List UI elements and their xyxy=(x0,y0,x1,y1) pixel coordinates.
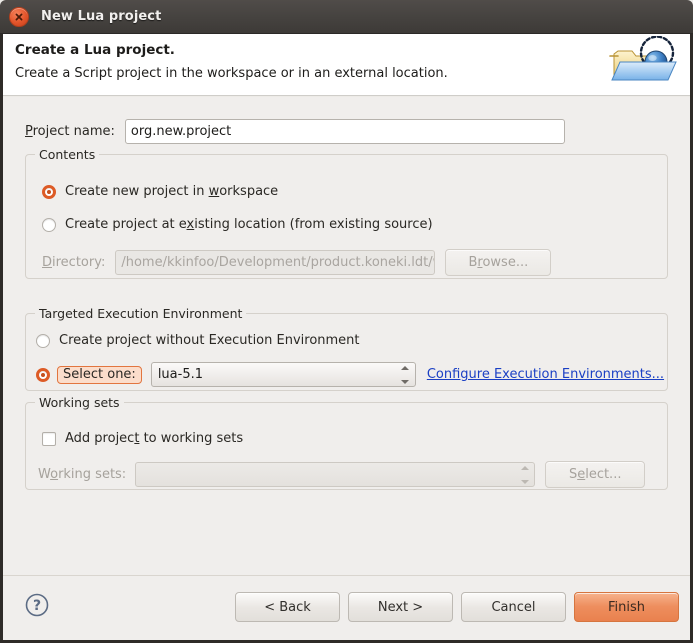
execution-environment-combo-value: lua-5.1 xyxy=(157,367,203,382)
new-lua-project-dialog: New Lua project Create a Lua project. Cr… xyxy=(0,0,693,643)
directory-label-text: irectory: xyxy=(52,255,106,270)
project-name-label-text: roject name: xyxy=(32,124,115,139)
directory-input[interactable]: /home/kkinfoo/Development/product.koneki… xyxy=(115,250,436,275)
radio-existing-location-indicator[interactable] xyxy=(42,217,56,232)
help-question-icon[interactable]: ? xyxy=(24,592,50,618)
footer-button-group: < Back Next > Cancel Finish xyxy=(235,592,679,622)
add-to-working-sets-checkbox[interactable] xyxy=(42,431,56,446)
working-sets-combo[interactable] xyxy=(135,462,536,487)
radio-new-workspace-label: Create new project in workspace xyxy=(65,184,278,199)
working-sets-spinner-up-icon[interactable] xyxy=(520,465,529,470)
new-project-folder-icon xyxy=(606,35,682,94)
project-name-input[interactable] xyxy=(124,119,565,144)
select-one-label[interactable]: Select one: xyxy=(57,365,142,384)
select-working-sets-button[interactable]: Select... xyxy=(545,461,646,488)
radio-existing-label-pre: Create project at e xyxy=(65,217,187,232)
working-sets-cb-label-post: to working sets xyxy=(139,431,244,446)
working-sets-mnemonic: o xyxy=(50,467,59,482)
radio-create-new-in-workspace[interactable]: Create new project in workspace xyxy=(42,184,278,199)
project-name-mnemonic: P xyxy=(25,124,33,139)
browse-label-post: owse... xyxy=(482,255,529,270)
select-label-post: lect... xyxy=(585,467,622,482)
window-title: New Lua project xyxy=(41,9,162,24)
directory-mnemonic: D xyxy=(42,255,53,270)
directory-label: Directory: xyxy=(42,255,105,270)
select-label-pre: S xyxy=(568,467,578,482)
configure-execution-environments-link[interactable]: Configure Execution Environments... xyxy=(427,367,664,382)
working-sets-group: Working sets Add project to working sets… xyxy=(25,395,668,490)
execution-environment-combo[interactable]: lua-5.1 xyxy=(150,362,416,387)
window-titlebar: New Lua project xyxy=(0,0,693,34)
radio-select-one-indicator[interactable] xyxy=(36,367,50,382)
back-button[interactable]: < Back xyxy=(235,592,340,622)
page-title: Create a Lua project. xyxy=(15,42,175,58)
working-sets-spinner-icon[interactable] xyxy=(519,465,530,484)
radio-new-workspace-mnemonic: w xyxy=(208,184,220,199)
working-sets-cb-label-pre: Add projec xyxy=(65,431,135,446)
cancel-button[interactable]: Cancel xyxy=(461,592,566,622)
radio-create-at-existing-location[interactable]: Create project at existing location (fro… xyxy=(42,217,433,232)
radio-without-ee-label: Create project without Execution Environ… xyxy=(59,333,360,348)
radio-new-workspace-indicator[interactable] xyxy=(42,184,56,199)
checkbox-add-project-to-working-sets[interactable]: Add project to working sets xyxy=(42,431,243,446)
dialog-body: Project name: Contents Create new projec… xyxy=(3,97,690,575)
radio-existing-location-label: Create project at existing location (fro… xyxy=(65,217,433,232)
working-sets-spinner-down-icon[interactable] xyxy=(520,479,529,484)
close-x-glyph xyxy=(15,13,23,20)
execution-environment-group-title: Targeted Execution Environment xyxy=(35,306,247,321)
radio-new-workspace-label-pre: Create new project in xyxy=(65,184,209,199)
page-description: Create a Script project in the workspace… xyxy=(15,66,448,81)
working-sets-group-title: Working sets xyxy=(35,395,124,410)
close-icon[interactable] xyxy=(9,6,29,27)
radio-existing-label-post: isting location (from existing source) xyxy=(194,217,433,232)
working-sets-label-pre: W xyxy=(38,467,51,482)
browse-button[interactable]: Browse... xyxy=(445,249,552,276)
spinner-up-icon[interactable] xyxy=(401,365,410,370)
select-button-label: Select... xyxy=(569,467,622,482)
svg-text:?: ? xyxy=(33,598,41,614)
wizard-header: Create a Lua project. Create a Script pr… xyxy=(3,34,690,96)
select-mnemonic: e xyxy=(577,467,586,482)
working-sets-label: Working sets: xyxy=(38,467,126,482)
project-name-label: Project name: xyxy=(25,124,115,139)
directory-value: /home/kkinfoo/Development/product.koneki… xyxy=(121,255,434,270)
working-sets-select-row: Working sets: Select... xyxy=(38,461,646,488)
radio-new-workspace-label-post: orkspace xyxy=(219,184,279,199)
combo-spinner-icon[interactable] xyxy=(400,365,411,384)
contents-group-title: Contents xyxy=(35,147,100,162)
add-to-working-sets-label: Add project to working sets xyxy=(65,431,243,446)
working-sets-label-post: rking sets: xyxy=(58,467,127,482)
execution-environment-group: Targeted Execution Environment Create pr… xyxy=(25,306,668,391)
directory-row: Directory: /home/kkinfoo/Development/pro… xyxy=(42,249,552,276)
next-button[interactable]: Next > xyxy=(348,592,453,622)
browse-button-label: Browse... xyxy=(468,255,528,270)
radio-without-execution-environment[interactable]: Create project without Execution Environ… xyxy=(36,333,360,348)
select-one-row: Select one: lua-5.1 Configure Execution … xyxy=(36,362,664,387)
spinner-down-icon[interactable] xyxy=(401,379,410,384)
contents-group: Contents Create new project in workspace… xyxy=(25,147,668,279)
finish-button[interactable]: Finish xyxy=(574,592,679,622)
radio-without-ee-indicator[interactable] xyxy=(36,333,50,348)
project-name-row: Project name: xyxy=(25,119,565,144)
